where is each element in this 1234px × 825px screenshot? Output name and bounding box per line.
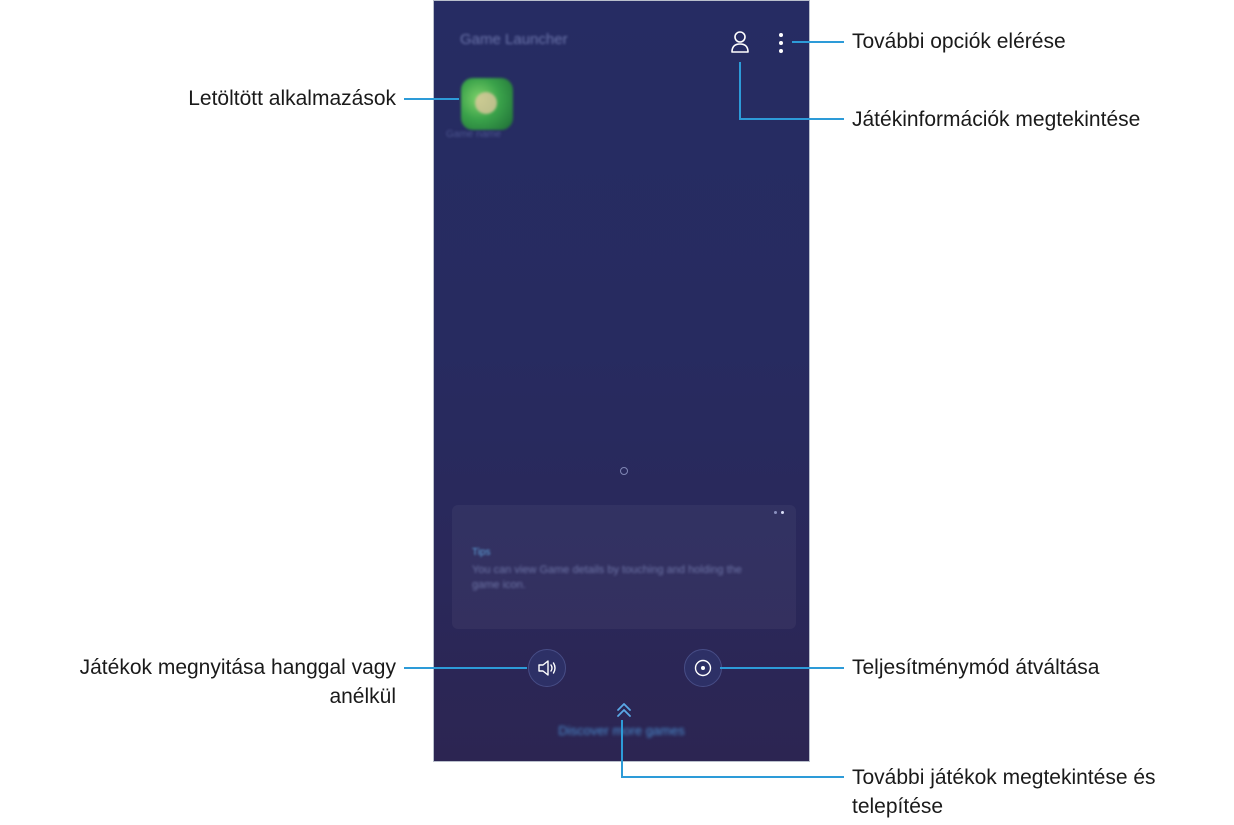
callout-performance-mode: Teljesítménymód átváltása [852, 656, 1100, 679]
tip-title: Tips [472, 547, 491, 558]
performance-icon [694, 659, 712, 677]
callout-sound-line2: anélkül [329, 685, 396, 708]
card-page-dots [774, 511, 784, 514]
sound-icon [538, 660, 556, 676]
callout-line-more-options [792, 41, 844, 43]
card-dot-active [781, 511, 784, 514]
callout-line-performance [720, 667, 844, 669]
callout-line-game-info-h [739, 118, 844, 120]
game-app-icon[interactable] [461, 78, 513, 130]
callout-line-discover-h [621, 776, 844, 778]
page-indicator [620, 467, 628, 475]
callout-game-info: Játékinformációk megtekintése [852, 108, 1141, 131]
callout-line-downloaded-apps [404, 98, 459, 100]
more-options-icon[interactable] [774, 32, 788, 54]
tip-card: Tips You can view Game details by touchi… [452, 505, 796, 629]
callout-discover-line2: telepítése [852, 795, 944, 818]
profile-icon[interactable] [729, 29, 751, 55]
callout-more-options: További opciók elérése [852, 30, 1066, 53]
sound-toggle-button[interactable] [528, 649, 566, 687]
performance-mode-button[interactable] [684, 649, 722, 687]
game-app-label: Game name [446, 129, 502, 140]
callout-sound-line1: Játékok megnyitása hanggal vagy [79, 656, 396, 679]
callout-downloaded-apps: Letöltött alkalmazások [188, 87, 396, 110]
game-app-icon-art [475, 92, 497, 114]
callout-line-sound [404, 667, 527, 669]
app-title: Game Launcher [460, 31, 568, 48]
callout-line-game-info [739, 62, 741, 120]
chevron-up-icon[interactable] [616, 702, 632, 718]
callout-line-discover-v [621, 720, 623, 778]
callout-discover-line1: További játékok megtekintése és [852, 766, 1156, 789]
tip-body: You can view Game details by touching an… [472, 564, 742, 591]
card-dot [774, 511, 777, 514]
phone-screen: Game Launcher Game name Tips You can vie… [433, 0, 810, 762]
